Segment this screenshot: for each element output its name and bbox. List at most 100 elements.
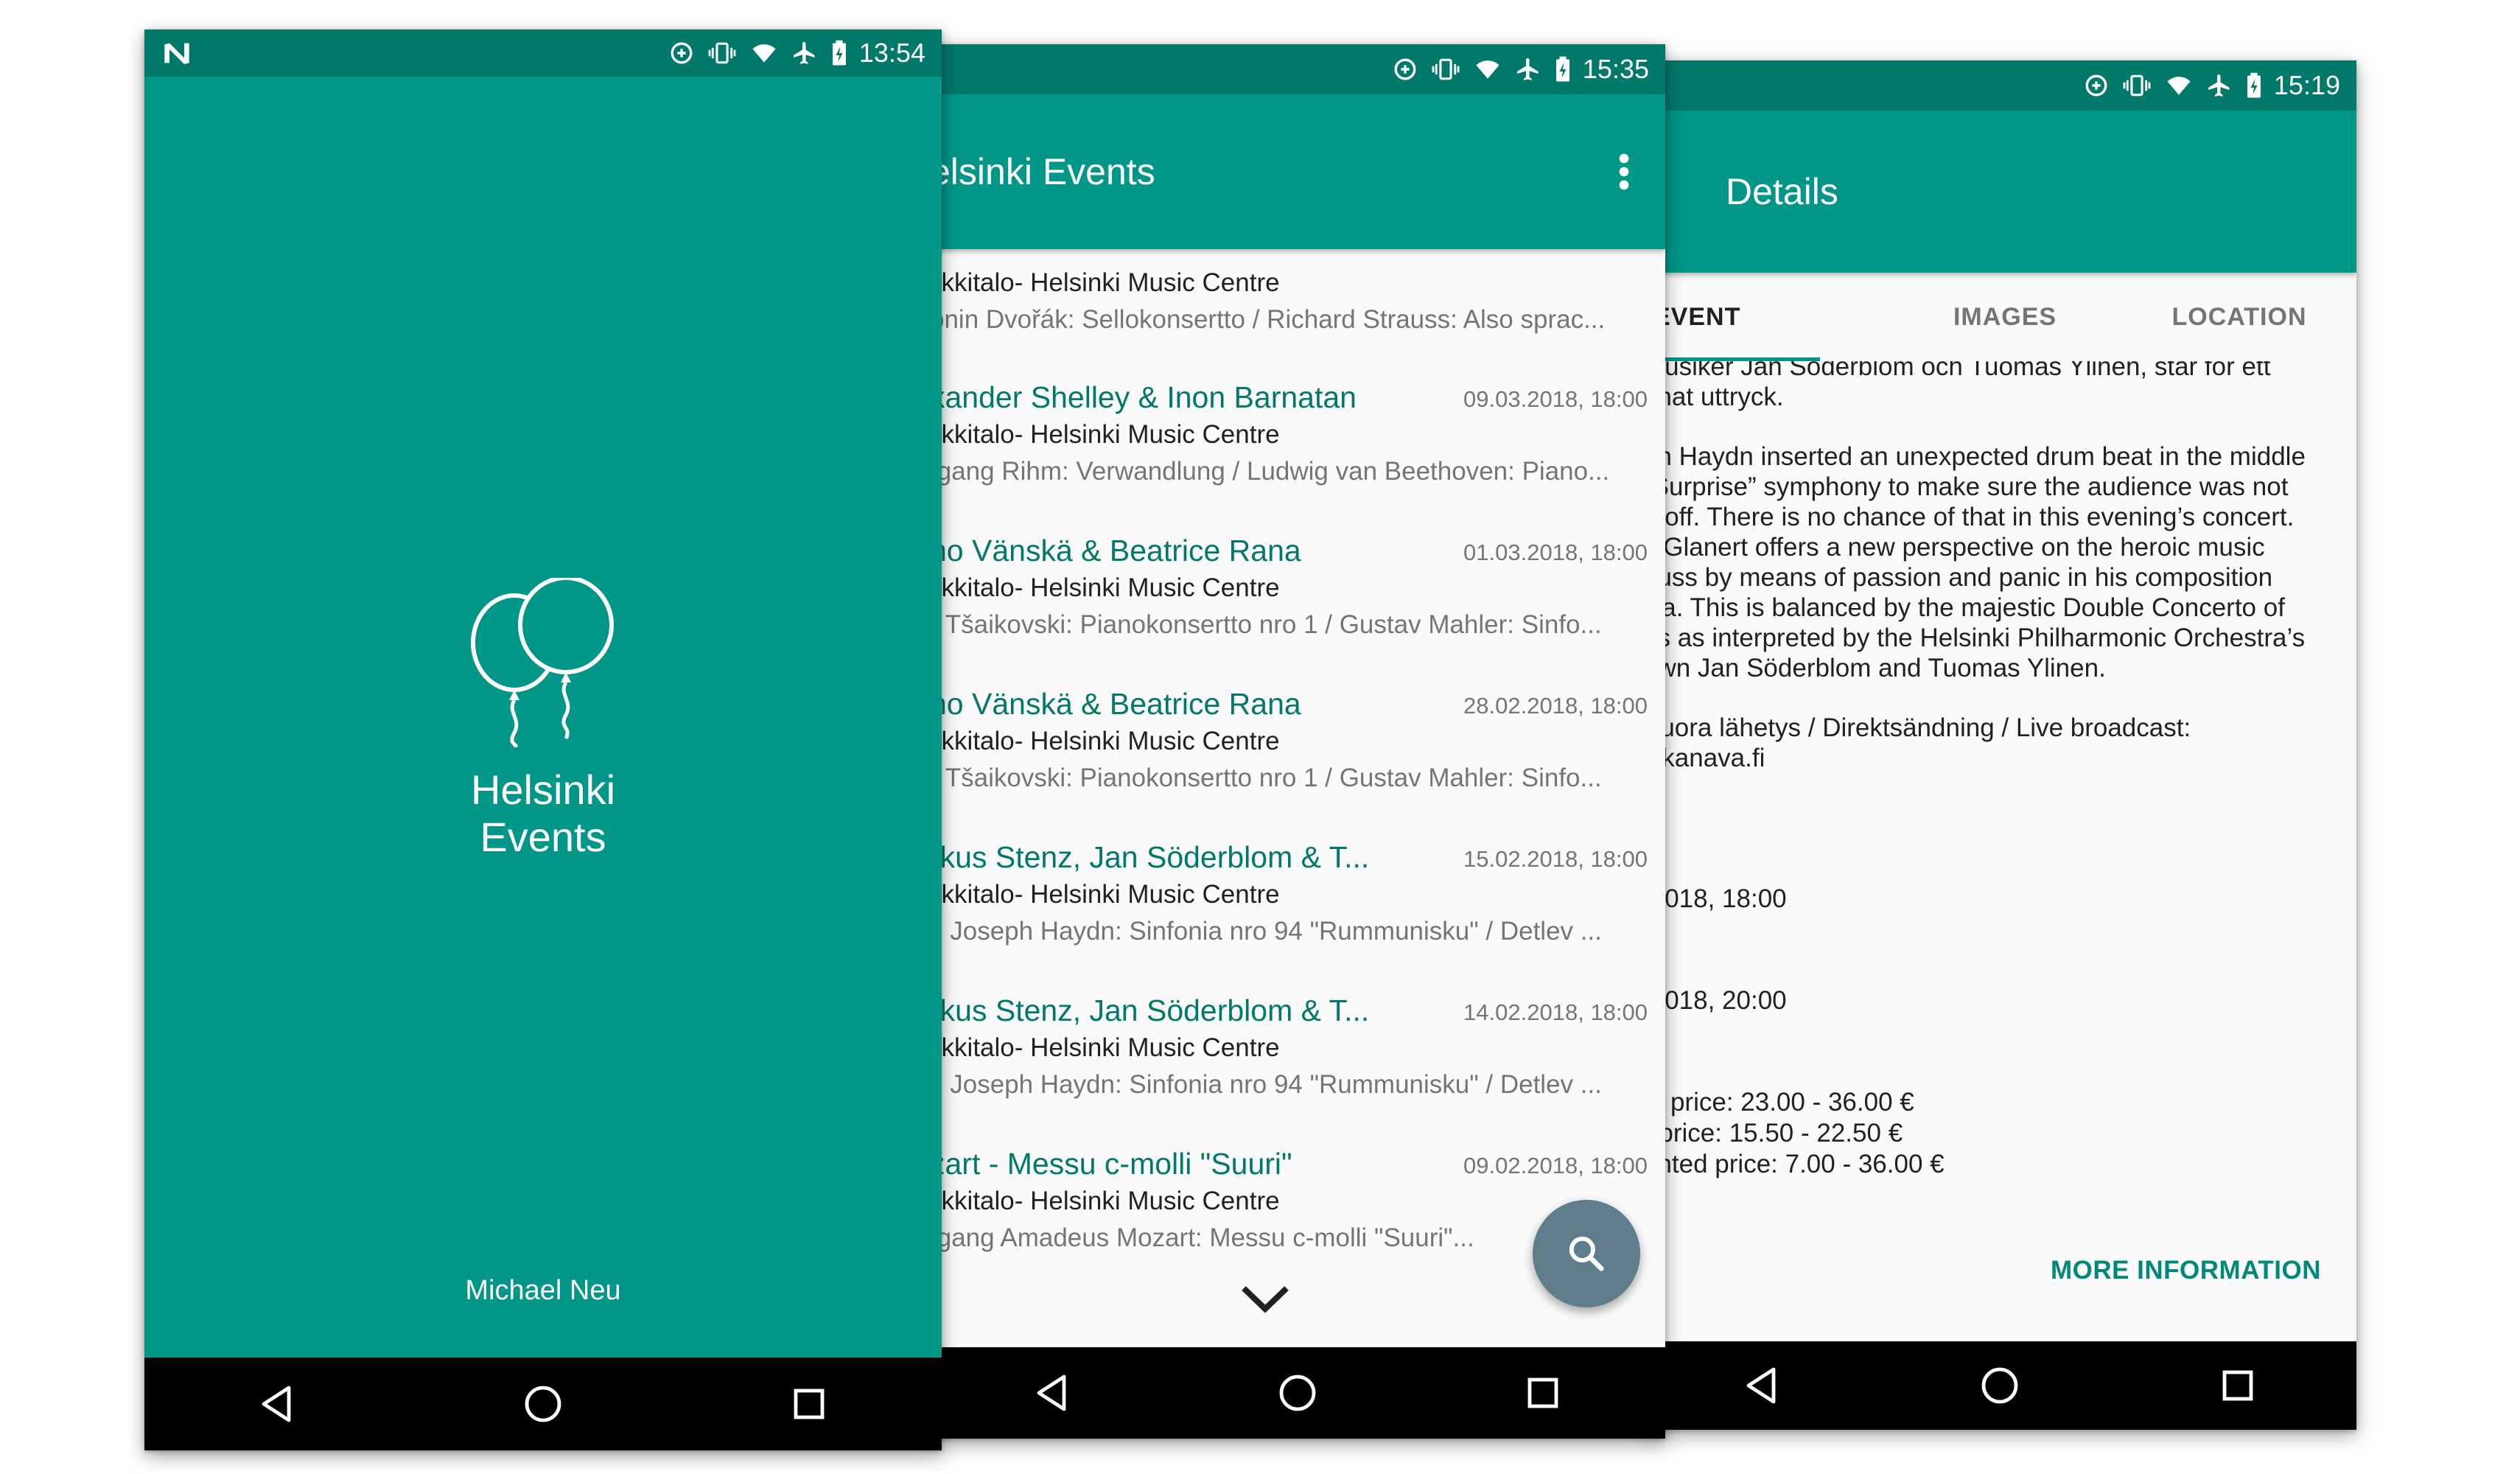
search-fab-button[interactable]: [1533, 1200, 1640, 1307]
event-venue: iikkitalo- Helsinki Music Centre: [930, 268, 1280, 297]
recents-icon: [1527, 1377, 1558, 1408]
status-bar: 15:35: [930, 44, 1665, 94]
more-information-button[interactable]: MORE INFORMATION: [2051, 1256, 2321, 1285]
data-saver-icon: [671, 42, 693, 64]
tab-images[interactable]: IMAGES: [1888, 303, 2122, 332]
airplane-icon: [1516, 58, 1539, 80]
system-nav-bar: [930, 1347, 1665, 1439]
recents-button[interactable]: [2194, 1341, 2282, 1430]
vibrate-icon: [1432, 58, 1460, 80]
event-date: 01.03.2018, 18:00: [1463, 539, 1648, 565]
app-title-line2: Events: [480, 814, 606, 860]
more-vert-icon[interactable]: [1618, 153, 1630, 191]
home-button[interactable]: [1253, 1347, 1342, 1439]
description-line: Suora lähetys / Direktsändning / Live br…: [1643, 713, 2191, 742]
back-icon: [1037, 1375, 1066, 1411]
battery-charging-icon: [1555, 56, 1569, 82]
event-date: 09.02.2018, 18:00: [1463, 1153, 1648, 1178]
list-item[interactable]: no Vänskä & Beatrice Rana 01.03.2018, 18…: [930, 517, 1648, 669]
tab-event[interactable]: EVENT: [1643, 303, 1888, 332]
home-icon: [1981, 1367, 2018, 1404]
event-date: 14.02.2018, 18:00: [1463, 999, 1648, 1025]
event-description: fgang Amadeus Mozart: Messu c-molli "Suu…: [930, 1223, 1474, 1252]
battery-charging-icon: [2247, 72, 2261, 98]
list-item[interactable]: rkus Stenz, Jan Söderblom & T... 14.02.2…: [930, 977, 1648, 1129]
recents-button[interactable]: [765, 1358, 853, 1450]
event-description: musiker Jan Söderblom och Tuomas Ylinen,…: [1643, 352, 2342, 803]
events-list-screen: 15:35 elsinki Events iikkitalo- Helsinki…: [930, 44, 1665, 1439]
back-button[interactable]: [233, 1358, 321, 1450]
recents-icon: [2222, 1370, 2253, 1401]
description-line: ns as interpreted by the Helsinki Philha…: [1643, 624, 2306, 652]
toolbar-title: elsinki Events: [930, 151, 1155, 192]
event-title: xander Shelley & Inon Barnatan: [930, 380, 1357, 414]
recents-icon: [794, 1389, 825, 1419]
tab-location[interactable]: LOCATION: [2122, 303, 2356, 332]
wifi-icon: [1476, 60, 1499, 79]
home-icon: [1279, 1375, 1316, 1411]
event-description: z Joseph Haydn: Sinfonia nro 94 "Rummuni…: [930, 917, 1602, 946]
description-line: v Glanert offers a new perspective on th…: [1643, 533, 2265, 562]
list-item[interactable]: no Vänskä & Beatrice Rana 28.02.2018, 18…: [930, 671, 1648, 822]
event-venue: iikkitalo- Helsinki Music Centre: [930, 1033, 1280, 1062]
event-description: r Tšaikovski: Pianokonsertto nro 1 / Gus…: [930, 764, 1602, 792]
status-bar: 13:54: [144, 29, 942, 77]
event-venue: iikkitalo- Helsinki Music Centre: [930, 727, 1280, 755]
description-line: oh Haydn inserted an unexpected drum bea…: [1643, 442, 2306, 471]
airplane-icon: [2208, 74, 2230, 97]
tab-bar: EVENT IMAGES LOCATION: [1643, 273, 2356, 361]
wifi-icon: [2167, 77, 2191, 95]
event-venue: iikkitalo- Helsinki Music Centre: [930, 880, 1280, 909]
back-icon: [1746, 1367, 1776, 1404]
chevron-down-icon[interactable]: [1239, 1282, 1291, 1315]
data-saver-icon: [2085, 74, 2107, 97]
app-toolbar: elsinki Events: [930, 94, 1665, 249]
details-screen: 15:19 Details EVENT IMAGES LOCATION musi…: [1643, 60, 2356, 1430]
event-description: r Tšaikovski: Pianokonsertto nro 1 / Gus…: [930, 610, 1602, 639]
event-venue: iikkitalo- Helsinki Music Centre: [930, 1187, 1280, 1215]
vibrate-icon: [708, 42, 736, 64]
description-line: “Surprise” symphony to make sure the aud…: [1643, 472, 2289, 501]
status-time: 13:54: [858, 38, 925, 68]
search-icon: [1569, 1236, 1604, 1271]
battery-charging-icon: [832, 40, 846, 66]
home-button[interactable]: [499, 1358, 587, 1450]
app-toolbar: Details: [1643, 111, 2356, 273]
status-time: 15:35: [1582, 54, 1649, 84]
description-line: g off. There is no chance of that in thi…: [1643, 503, 2295, 531]
app-title: Helsinki Events: [144, 766, 942, 861]
description-line: auss by means of passion and panic in hi…: [1643, 563, 2273, 592]
price-line: r price: 15.50 - 22.50 €: [1643, 1119, 1903, 1148]
event-date: 15.02.2018, 18:00: [1463, 846, 1648, 872]
data-saver-icon: [1394, 58, 1416, 80]
event-venue: iikkitalo- Helsinki Music Centre: [930, 573, 1280, 602]
recents-button[interactable]: [1499, 1347, 1587, 1439]
splash-screen: 13:54 Helsinki Events Michael Neu: [144, 29, 942, 1450]
android-n-icon: [164, 43, 189, 64]
back-button[interactable]: [1008, 1347, 1096, 1439]
event-description: z Joseph Haydn: Sinfonia nro 94 "Rummuni…: [930, 1070, 1602, 1099]
description-line: sia. This is balanced by the majestic Do…: [1643, 593, 2285, 622]
status-time: 15:19: [2273, 70, 2340, 100]
airplane-icon: [793, 42, 815, 64]
back-icon: [262, 1386, 291, 1422]
event-date: 28.02.2018, 18:00: [1463, 693, 1648, 719]
system-nav-bar: [1643, 1341, 2356, 1430]
price-line: unted price: 7.00 - 36.00 €: [1643, 1150, 1945, 1178]
event-title: zart - Messu c-molli "Suuri": [930, 1147, 1292, 1181]
event-title: rkus Stenz, Jan Söderblom & T...: [930, 840, 1370, 874]
list-item[interactable]: xander Shelley & Inon Barnatan 09.03.201…: [930, 364, 1648, 516]
event-venue: iikkitalo- Helsinki Music Centre: [930, 420, 1280, 449]
author-name: Michael Neu: [465, 1275, 621, 1306]
back-button[interactable]: [1718, 1341, 1806, 1430]
toolbar-title: Details: [1726, 171, 1838, 212]
event-title: no Vänskä & Beatrice Rana: [930, 687, 1301, 721]
event-title: rkus Stenz, Jan Söderblom & T...: [930, 993, 1370, 1027]
app-title-line1: Helsinki: [470, 766, 616, 813]
list-item[interactable]: rkus Stenz, Jan Söderblom & T... 15.02.2…: [930, 824, 1648, 976]
system-nav-bar: [144, 1358, 942, 1450]
home-button[interactable]: [1956, 1341, 2044, 1430]
event-description: fgang Rihm: Verwandlung / Ludwig van Bee…: [930, 457, 1610, 486]
description-line: own Jan Söderblom and Tuomas Ylinen.: [1643, 654, 2106, 682]
event-title: no Vänskä & Beatrice Rana: [930, 534, 1301, 567]
